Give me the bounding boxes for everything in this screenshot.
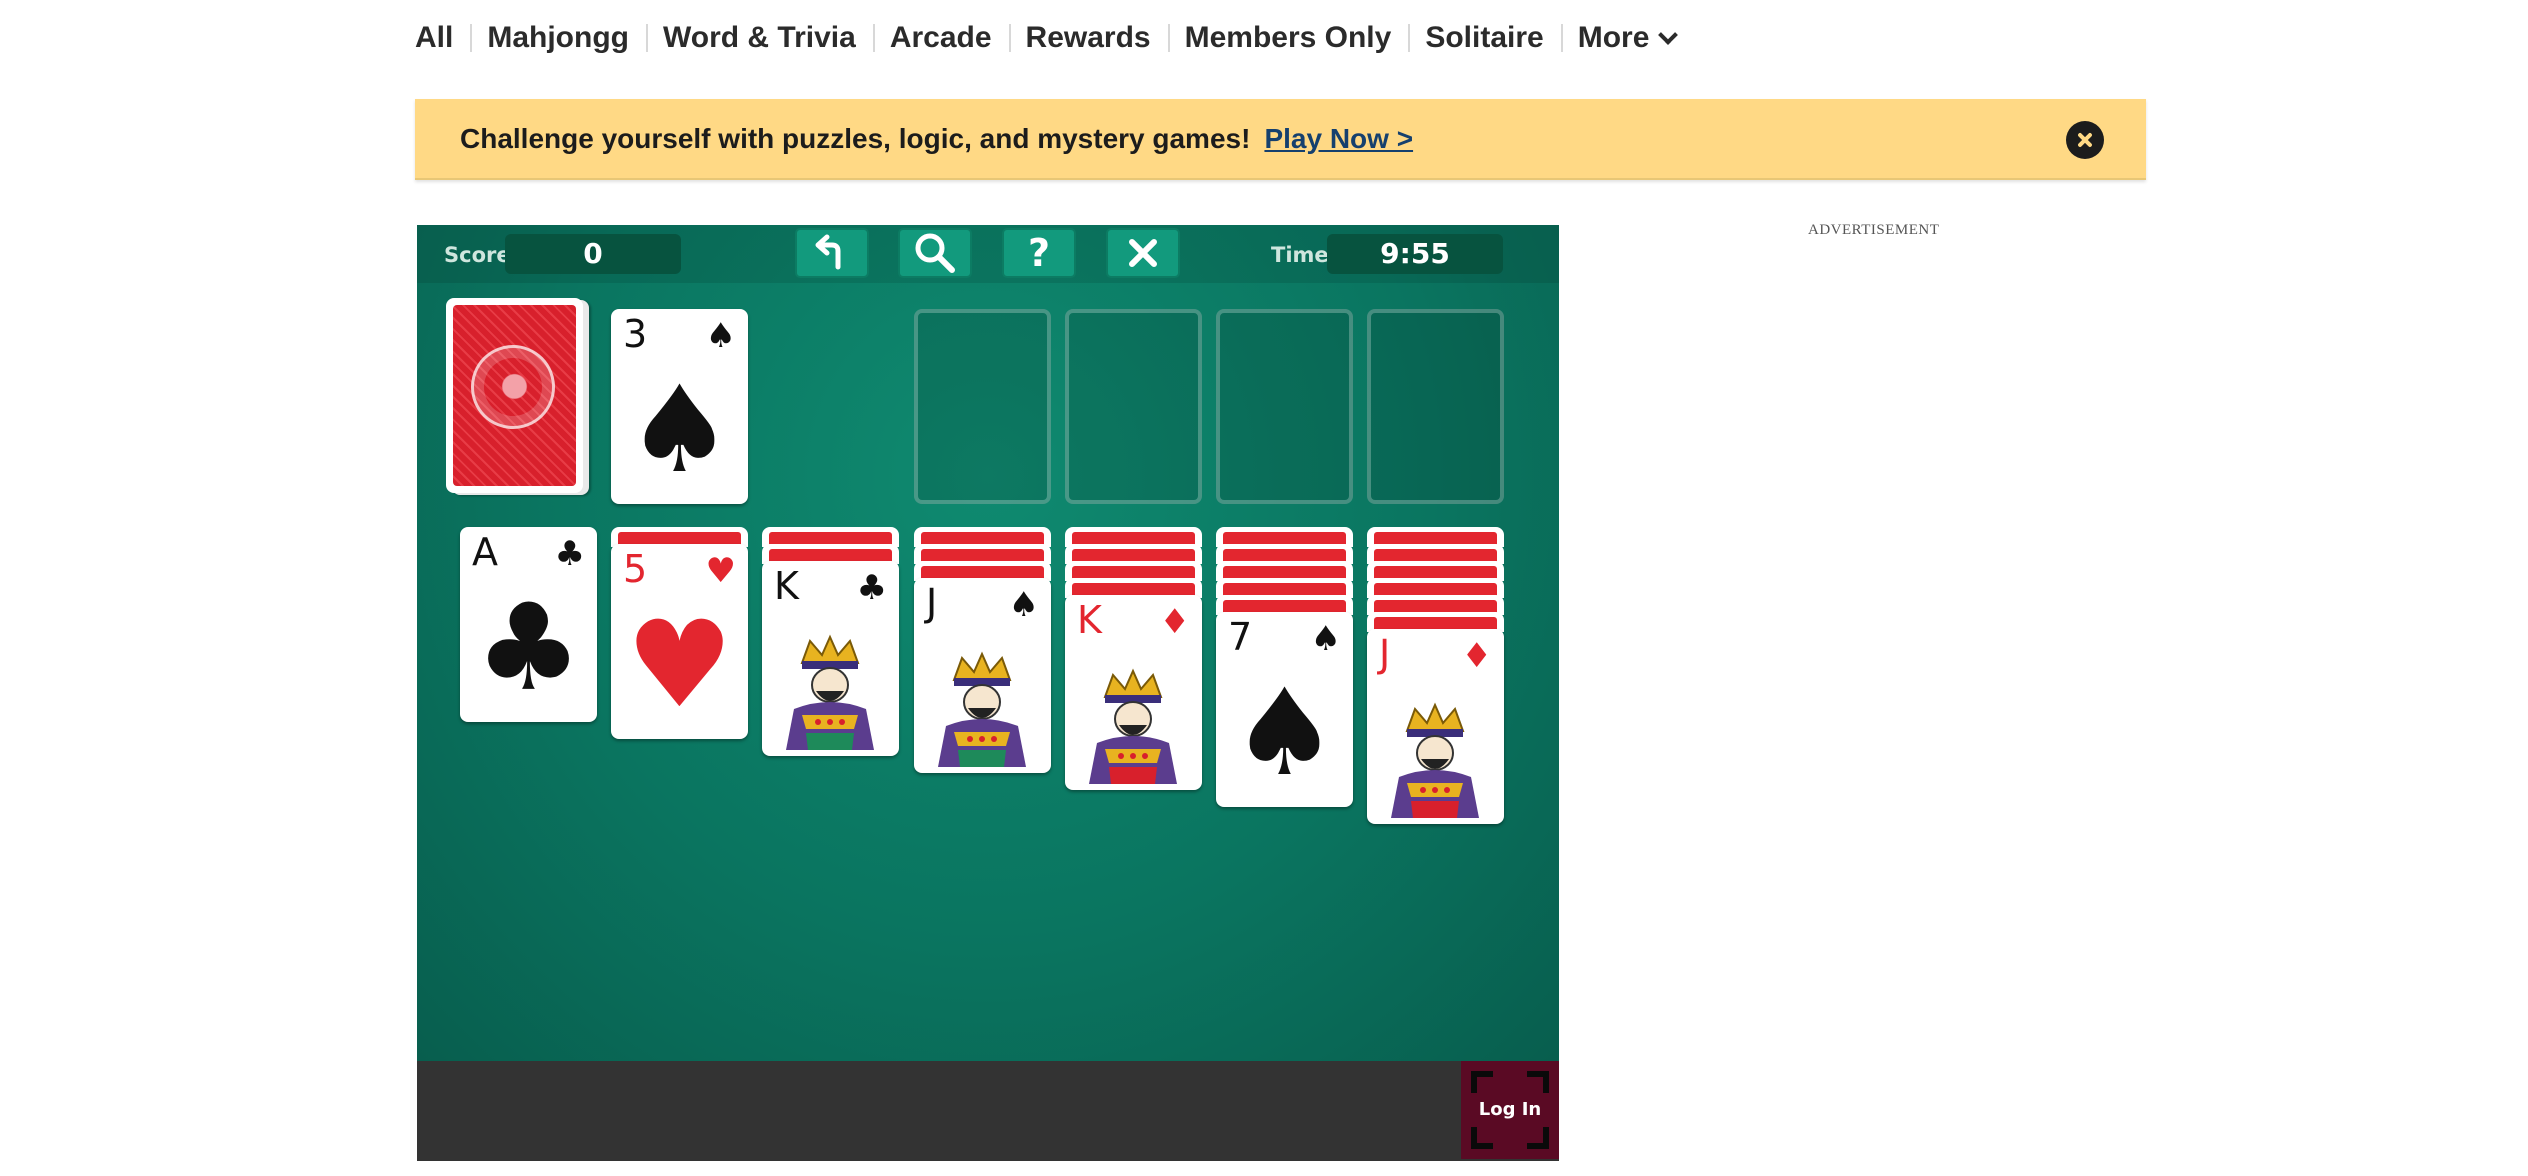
tableau-card-5[interactable]: K ♦: [1065, 595, 1202, 790]
nav-item-mahjongg[interactable]: Mahjongg: [470, 16, 646, 60]
play-now-link[interactable]: Play Now >: [1264, 123, 1413, 155]
card-suit-small: ♠: [1310, 619, 1341, 659]
undo-button[interactable]: [795, 228, 869, 278]
foundation-slot-1[interactable]: [914, 309, 1051, 504]
solitaire-game: Score 0 ? Time 9:55 3 ♠ ♠ A ♣ ♣ 5 ♥ ♥ K ♣ J ♠ K ♦ 7 ♠…: [417, 225, 1559, 1161]
court-figure-image: [924, 650, 1041, 767]
fullscreen-corner-icon: [1527, 1071, 1549, 1093]
waste-card[interactable]: 3 ♠ ♠: [611, 309, 748, 504]
promo-banner: Challenge yourself with puzzles, logic, …: [415, 99, 2146, 180]
card-rank: J: [1379, 632, 1391, 676]
score-value: 0: [505, 234, 681, 274]
foundation-slot-4[interactable]: [1367, 309, 1504, 504]
help-label: ?: [1027, 231, 1051, 275]
fullscreen-corner-icon: [1471, 1127, 1493, 1149]
nav-item-solitaire[interactable]: Solitaire: [1408, 16, 1560, 60]
card-rank: K: [1077, 598, 1102, 642]
card-rank: 5: [623, 547, 648, 591]
game-bottom-bar: [417, 1061, 1559, 1161]
card-suit-small: ♣: [856, 568, 887, 608]
tableau-card-2[interactable]: 5 ♥ ♥: [611, 544, 748, 739]
nav-item-members-only[interactable]: Members Only: [1167, 16, 1409, 60]
stock-pile[interactable]: [446, 298, 583, 493]
card-rank: A: [472, 530, 498, 574]
score-label: Score: [444, 243, 511, 267]
category-nav: All Mahjongg Word & Trivia Arcade Reward…: [415, 16, 1692, 60]
foundation-slot-3[interactable]: [1216, 309, 1353, 504]
login-label: Log In: [1478, 1099, 1542, 1120]
magnifier-icon: [915, 233, 955, 273]
court-figure-image: [1075, 667, 1192, 784]
nav-item-word-trivia[interactable]: Word & Trivia: [645, 16, 873, 60]
card-rank: J: [926, 581, 938, 625]
court-figure-image: [1377, 701, 1494, 818]
fullscreen-corner-icon: [1527, 1127, 1549, 1149]
tableau-card-4[interactable]: J ♠: [914, 578, 1051, 773]
banner-text: Challenge yourself with puzzles, logic, …: [460, 122, 1251, 154]
quit-button[interactable]: [1106, 228, 1180, 278]
card-suit-small: ♥: [705, 551, 736, 591]
nav-item-rewards[interactable]: Rewards: [1008, 16, 1168, 60]
card-rank: 7: [1228, 615, 1253, 659]
banner-close-icon[interactable]: [2066, 121, 2104, 159]
fullscreen-corner-icon: [1471, 1071, 1493, 1093]
card-suit-small: ♦: [1461, 636, 1492, 676]
nav-item-all[interactable]: All: [415, 16, 470, 60]
tableau-card-1[interactable]: A ♣ ♣: [460, 527, 597, 722]
foundation-slot-2[interactable]: [1065, 309, 1202, 504]
card-suit-small: ♦: [1159, 602, 1190, 642]
card-suit-small: ♣: [554, 534, 585, 574]
card-suit-large: ♣: [474, 579, 583, 718]
card-rank: 3: [623, 312, 648, 356]
time-label: Time: [1271, 243, 1329, 267]
chevron-down-icon: [1658, 25, 1679, 45]
card-rank: K: [774, 564, 799, 608]
nav-item-more[interactable]: More: [1560, 16, 1693, 60]
help-button[interactable]: ?: [1002, 228, 1076, 278]
nav-more-label: More: [1577, 21, 1650, 54]
court-figure-image: [772, 633, 889, 750]
tableau-card-6[interactable]: 7 ♠ ♠: [1216, 612, 1353, 807]
close-icon: [1129, 239, 1157, 267]
card-suit-large: ♠: [1230, 664, 1339, 803]
card-suit-large: ♥: [625, 596, 734, 735]
tableau-card-7[interactable]: J ♦: [1367, 629, 1504, 824]
login-button[interactable]: Log In: [1461, 1061, 1559, 1159]
hint-button[interactable]: [898, 228, 972, 278]
tableau-card-3[interactable]: K ♣: [762, 561, 899, 756]
time-value: 9:55: [1327, 234, 1503, 274]
card-suit-small: ♠: [1008, 585, 1039, 625]
advertisement-label: ADVERTISEMENT: [1808, 222, 1940, 238]
undo-icon: [815, 234, 841, 270]
card-suit-large: ♠: [625, 361, 734, 500]
nav-item-arcade[interactable]: Arcade: [872, 16, 1009, 60]
card-suit-small: ♠: [705, 316, 736, 356]
